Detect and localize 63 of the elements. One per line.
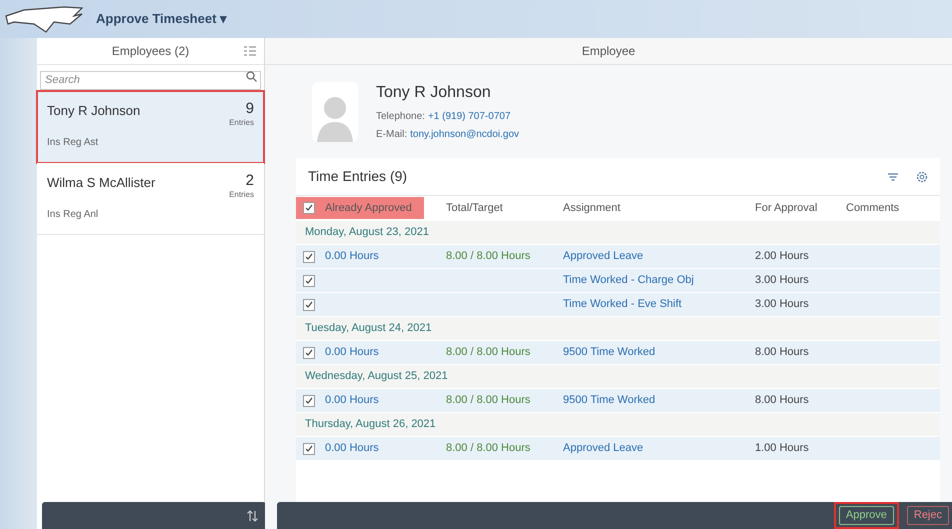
total-target-cell: 8.00 / 8.00 Hours	[446, 346, 530, 358]
employee-position: Ins Reg Anl	[47, 208, 100, 222]
assignment-link[interactable]: Time Worked - Charge Obj	[563, 274, 694, 286]
panel-title: Employee	[582, 43, 636, 60]
for-approval-cell: 3.00 Hours	[755, 298, 809, 310]
entries-label: Entries	[229, 189, 254, 201]
entries-count: 2	[246, 173, 254, 189]
avatar-silhouette	[312, 82, 358, 142]
reject-button[interactable]: Rejec	[906, 506, 949, 525]
employee-name: Tony R Johnson	[376, 83, 492, 103]
entries-count: 9	[246, 101, 254, 117]
checkbox[interactable]	[303, 394, 315, 406]
select-all-checkbox[interactable]	[303, 202, 315, 214]
telephone-link[interactable]: +1 (919) 707-0707	[428, 109, 511, 124]
for-approval-cell: 2.00 Hours	[755, 250, 809, 262]
employee-position: Ins Reg Ast	[47, 136, 100, 150]
search-field[interactable]: Search	[40, 70, 261, 90]
for-approval-cell: 8.00 Hours	[755, 394, 809, 406]
settings-icon[interactable]	[916, 170, 928, 182]
column-header: Already Approved	[296, 197, 424, 219]
sort-icon[interactable]	[247, 510, 258, 522]
date-group-header: Wednesday, August 25, 2021	[305, 369, 448, 384]
assignment-link[interactable]: 9500 Time Worked	[563, 394, 656, 406]
checkbox[interactable]	[303, 298, 315, 310]
column-header: Comments	[846, 200, 900, 216]
telephone-label: Telephone:	[376, 110, 425, 124]
email-label: E-Mail:	[376, 128, 408, 142]
hours-link[interactable]: 0.00 Hours	[325, 392, 379, 409]
entries-label: Entries	[229, 117, 254, 129]
total-target-cell: 8.00 / 8.00 Hours	[446, 442, 530, 454]
column-header: Total/Target	[446, 200, 503, 216]
total-target-cell: 8.00 / 8.00 Hours	[446, 250, 530, 262]
hours-link[interactable]: 0.00 Hours	[325, 344, 379, 361]
date-group-header: Thursday, August 26, 2021	[305, 417, 436, 432]
table-title: Time Entries (9)	[308, 167, 408, 186]
for-approval-cell: 3.00 Hours	[755, 274, 809, 286]
assignment-link[interactable]: Time Worked - Eve Shift	[563, 298, 682, 310]
checkbox[interactable]	[303, 442, 315, 454]
search-icon[interactable]	[246, 71, 257, 82]
employee-list-item[interactable]: Tony R Johnson 9 Entries Ins Reg Ast	[37, 91, 264, 163]
assignment-link[interactable]: 9500 Time Worked	[563, 346, 656, 358]
app-title-menu[interactable]: Approve Timesheet ▾	[96, 9, 228, 29]
for-approval-cell: 1.00 Hours	[755, 442, 809, 454]
for-approval-cell: 8.00 Hours	[755, 346, 809, 358]
date-group-header: Monday, August 23, 2021	[305, 225, 429, 240]
list-settings-icon[interactable]	[244, 46, 256, 57]
assignment-link[interactable]: Approved Leave	[563, 442, 644, 454]
approve-button[interactable]: Approve	[838, 506, 894, 525]
checkbox[interactable]	[303, 346, 315, 358]
hours-link[interactable]: 0.00 Hours	[325, 248, 379, 265]
panel-title: Employees (2)	[112, 43, 190, 60]
assignment-link[interactable]: Approved Leave	[563, 250, 644, 262]
employee-name: Tony R Johnson	[47, 102, 140, 120]
date-group-header: Tuesday, August 24, 2021	[305, 321, 432, 336]
total-target-cell: 8.00 / 8.00 Hours	[446, 394, 530, 406]
employee-name: Wilma S McAllister	[47, 174, 156, 192]
filter-icon[interactable]	[888, 172, 898, 182]
checkbox[interactable]	[303, 250, 315, 262]
column-header: For Approval	[755, 200, 818, 216]
hours-link[interactable]: 0.00 Hours	[325, 440, 379, 457]
column-header: Assignment	[563, 200, 620, 216]
email-link[interactable]: tony.johnson@ncdoi.gov	[410, 127, 520, 142]
checkbox[interactable]	[303, 274, 315, 286]
